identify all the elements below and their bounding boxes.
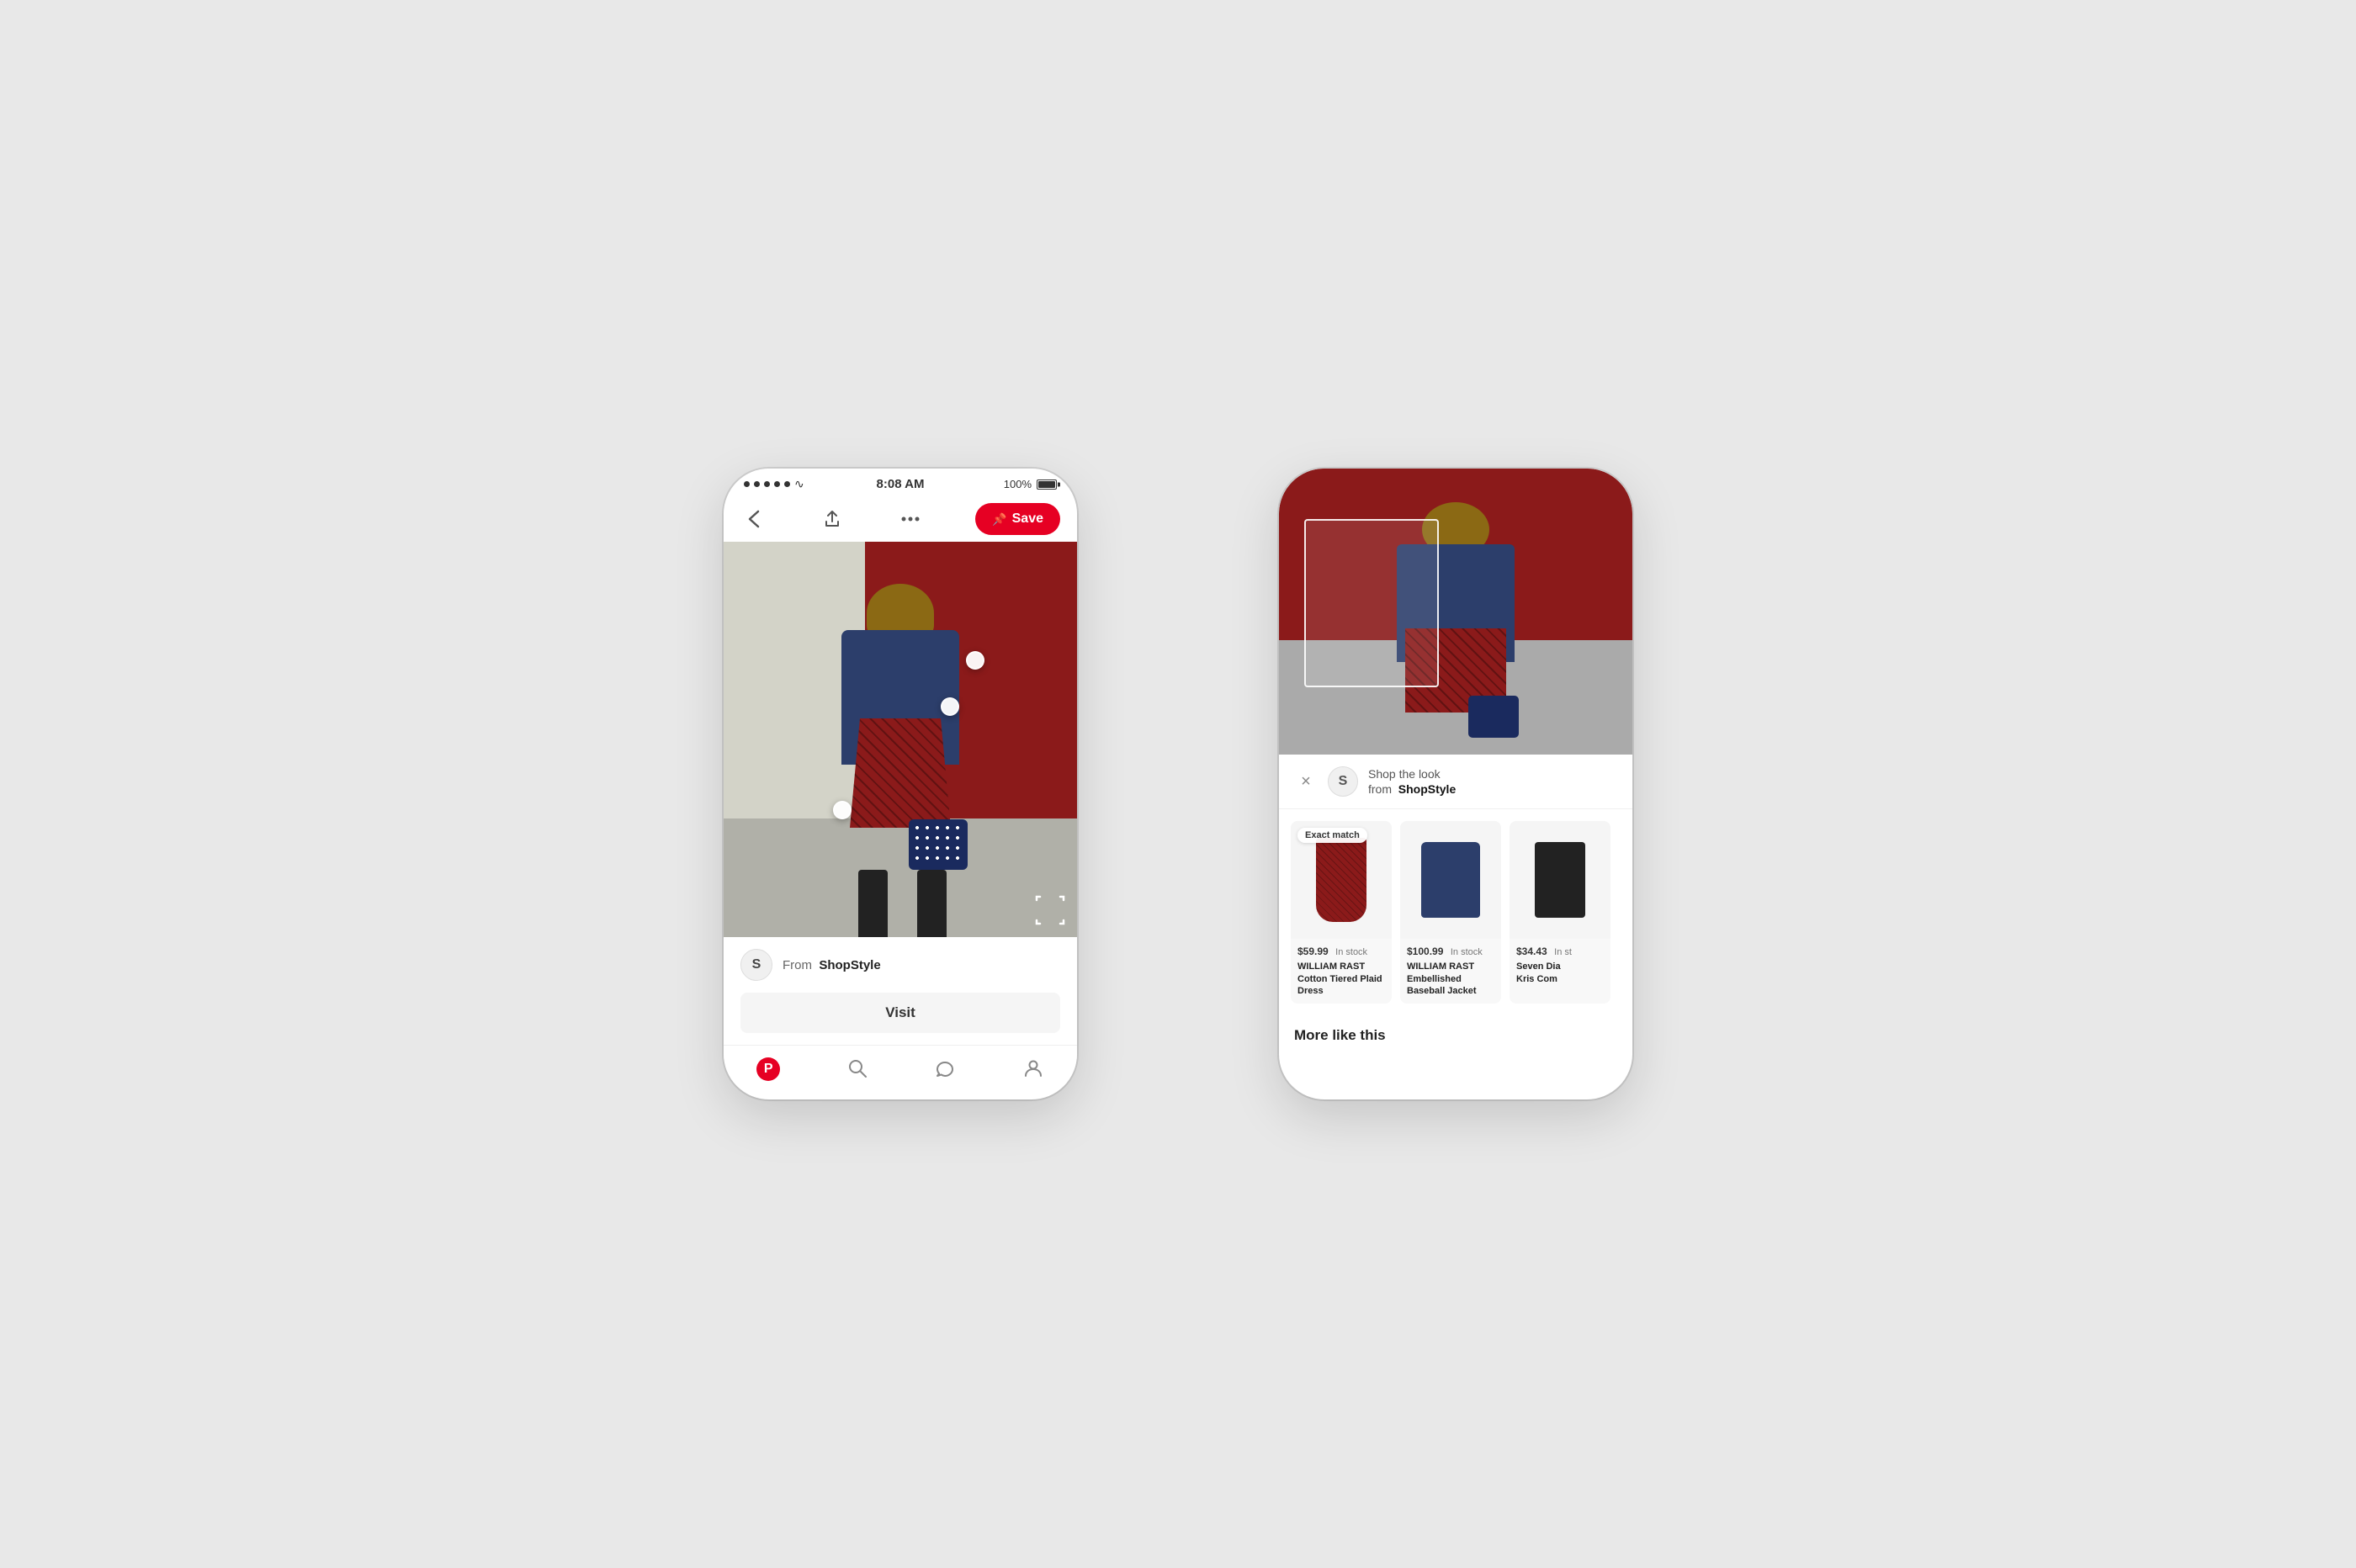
product-price-row: $59.99 In stock — [1297, 944, 1385, 959]
phone-right: × S Shop the look from ShopStyle — [1279, 469, 1632, 1099]
product-brand-dress: WILLIAM RAST Cotton Tiered Plaid Dress — [1297, 961, 1385, 997]
exact-match-badge: Exact match — [1297, 828, 1367, 843]
scan-icon[interactable] — [1035, 895, 1065, 925]
nav-messages[interactable] — [934, 1057, 956, 1081]
nav-profile[interactable] — [1022, 1057, 1044, 1081]
right-figure-bag — [1468, 696, 1519, 738]
profile-icon — [1022, 1057, 1044, 1079]
product-card-boots[interactable]: $34.43 In st Seven Dia Kris Com — [1510, 821, 1610, 1004]
more-button[interactable] — [897, 506, 924, 532]
shop-from-label: from — [1368, 782, 1392, 796]
signal-dot-1 — [744, 481, 750, 487]
product-stock-boots: In st — [1554, 947, 1572, 957]
product-price-jacket: $100.99 — [1407, 946, 1443, 957]
messages-icon — [934, 1057, 956, 1079]
more-like-this-title: More like this — [1294, 1027, 1617, 1044]
signal-dot-5 — [784, 481, 790, 487]
product-image-boots — [1510, 821, 1610, 939]
product-info-boots: $34.43 In st Seven Dia Kris Com — [1510, 939, 1610, 992]
figure-dress — [850, 718, 951, 828]
product-price-row-jacket: $100.99 In stock — [1407, 944, 1494, 959]
shop-name: ShopStyle — [819, 958, 880, 972]
save-button[interactable]: 📌 Save — [975, 503, 1060, 535]
signal-dot-3 — [764, 481, 770, 487]
product-price-row-boots: $34.43 In st — [1516, 944, 1604, 959]
save-label: Save — [1012, 511, 1043, 527]
shop-the-look-panel: × S Shop the look from ShopStyle — [1279, 755, 1632, 1051]
product-brand-boots: Seven Dia Kris Com — [1516, 961, 1604, 985]
product-price-boots: $34.43 — [1516, 946, 1547, 957]
bag-dots-pattern — [912, 823, 964, 866]
source-avatar: S — [740, 949, 772, 981]
product-grid: Exact match $59.99 In stock WILLIAM RAST… — [1279, 809, 1632, 1015]
shop-brand-name: ShopStyle — [1398, 782, 1456, 796]
visit-button[interactable]: Visit — [740, 993, 1060, 1033]
right-top-photo — [1279, 469, 1632, 755]
product-card-dress[interactable]: Exact match $59.99 In stock WILLIAM RAST… — [1291, 821, 1392, 1004]
main-photo — [724, 542, 1077, 937]
dress-thumbnail — [1316, 838, 1366, 922]
product-info-jacket: $100.99 In stock WILLIAM RAST Embellishe… — [1400, 939, 1501, 1004]
jacket-thumbnail — [1421, 842, 1480, 918]
nav-bar-left: 📌 Save — [724, 496, 1077, 542]
share-button[interactable] — [819, 506, 846, 532]
from-label: From — [783, 958, 812, 972]
close-button[interactable]: × — [1294, 770, 1318, 793]
figure-bag — [909, 819, 968, 870]
battery-indicator: 100% — [1004, 478, 1057, 490]
shop-title: Shop the look from ShopStyle — [1368, 766, 1456, 797]
source-info: S From ShopStyle — [724, 937, 1077, 993]
scene: ∿ 8:08 AM 100% — [589, 392, 1767, 1176]
battery-percent: 100% — [1004, 478, 1032, 490]
selection-rectangle — [1304, 519, 1439, 687]
signal-indicators: ∿ — [744, 477, 804, 491]
figure-boot-left — [858, 870, 888, 937]
wifi-icon: ∿ — [794, 477, 804, 491]
shopstyle-avatar: S — [1328, 766, 1358, 797]
dress-pattern — [850, 718, 951, 828]
nav-search[interactable] — [846, 1057, 868, 1081]
figure-boot-right — [917, 870, 947, 937]
shoppable-dot-dress[interactable] — [941, 697, 959, 716]
product-price-dress: $59.99 — [1297, 946, 1329, 957]
shoppable-dot-bag[interactable] — [833, 801, 852, 819]
boots-thumbnail — [1535, 842, 1585, 918]
search-icon — [846, 1057, 868, 1079]
status-time: 8:08 AM — [877, 477, 925, 491]
product-brand-jacket: WILLIAM RAST Embellished Baseball Jacket — [1407, 961, 1494, 997]
signal-dot-2 — [754, 481, 760, 487]
phone-left: ∿ 8:08 AM 100% — [724, 469, 1077, 1099]
back-button[interactable] — [740, 506, 767, 532]
battery-bar-icon — [1037, 479, 1057, 490]
signal-dot-4 — [774, 481, 780, 487]
product-stock-dress: In stock — [1335, 947, 1367, 957]
source-text: From ShopStyle — [783, 958, 881, 972]
status-bar-left: ∿ 8:08 AM 100% — [724, 469, 1077, 496]
person-silhouette — [816, 584, 984, 937]
shoppable-dot-jacket[interactable] — [966, 651, 984, 670]
nav-home[interactable]: P — [756, 1057, 780, 1081]
product-image-jacket — [1400, 821, 1501, 939]
pin-icon: 📌 — [992, 512, 1006, 527]
battery-fill — [1038, 481, 1055, 488]
product-card-jacket[interactable]: $100.99 In stock WILLIAM RAST Embellishe… — [1400, 821, 1501, 1004]
pinterest-logo: P — [756, 1057, 780, 1081]
shop-the-look-label: Shop the look — [1368, 767, 1441, 781]
bottom-nav-left: P — [724, 1045, 1077, 1098]
product-stock-jacket: In stock — [1451, 947, 1483, 957]
shop-header: × S Shop the look from ShopStyle — [1279, 755, 1632, 809]
product-info-dress: $59.99 In stock WILLIAM RAST Cotton Tier… — [1291, 939, 1392, 1004]
more-like-this-section: More like this — [1279, 1015, 1632, 1051]
